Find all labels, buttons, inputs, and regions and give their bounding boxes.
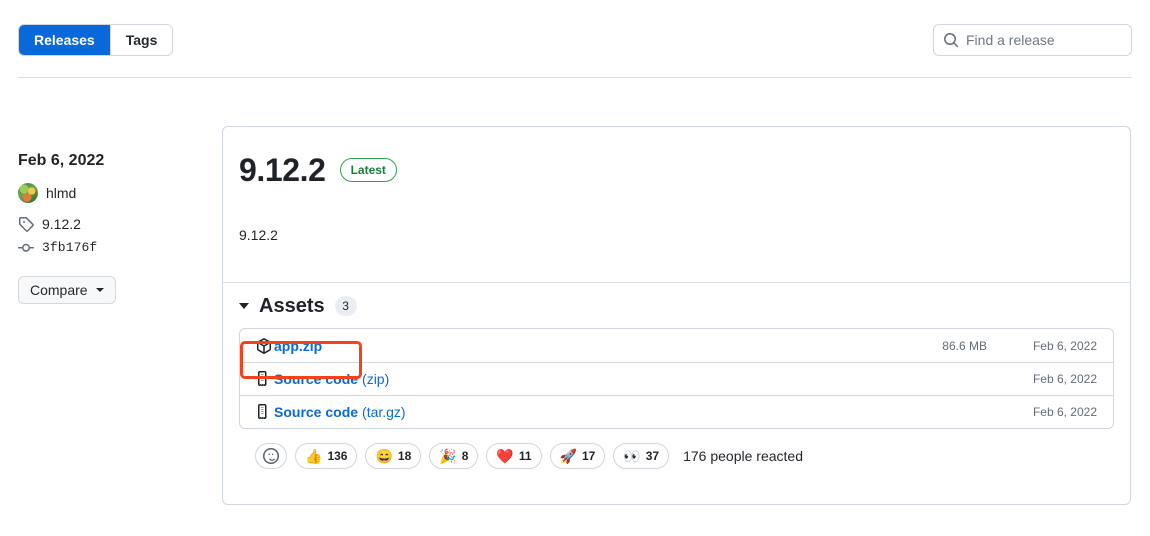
tab-tags[interactable]: Tags (110, 25, 173, 55)
heart-icon: ❤️ (496, 448, 514, 464)
assets-header[interactable]: Assets 3 (239, 294, 1114, 318)
compare-button[interactable]: Compare (18, 276, 116, 304)
compare-label: Compare (30, 282, 88, 298)
tab-releases[interactable]: Releases (19, 25, 110, 55)
laugh-icon: 😄 (375, 448, 393, 464)
release-date: Feb 6, 2022 (18, 152, 105, 169)
hooray-icon: 🎉 (439, 448, 457, 464)
triangle-down-icon[interactable] (239, 303, 249, 309)
asset-name-cell: Source code (tar.gz) (256, 402, 867, 422)
release-tag-row[interactable]: 9.12.2 (18, 214, 208, 234)
card-section-divider (223, 282, 1130, 283)
release-card: 9.12.2 Latest 9.12.2 Assets 3 app.zip 86… (222, 126, 1131, 505)
header-divider (18, 77, 1132, 78)
reaction-laugh[interactable]: 😄 18 (365, 443, 422, 469)
assets-section: Assets 3 app.zip 86.6 MB Feb 6, 2022 Sou… (223, 278, 1130, 485)
reaction-count: 136 (327, 449, 348, 463)
release-version-title: 9.12.2 (239, 152, 326, 188)
search-input[interactable] (966, 32, 1122, 48)
commit-icon (18, 243, 34, 252)
asset-link[interactable]: Source code (274, 369, 358, 389)
asset-date: Feb 6, 2022 (1032, 338, 1097, 353)
smiley-icon (263, 448, 279, 464)
release-title-row: 9.12.2 Latest (239, 151, 1114, 189)
assets-title: Assets (259, 295, 325, 317)
eyes-icon: 👀 (623, 448, 641, 464)
asset-link[interactable]: app.zip (274, 336, 322, 356)
asset-date: Feb 6, 2022 (1032, 405, 1097, 419)
assets-table: app.zip 86.6 MB Feb 6, 2022 Source code … (239, 328, 1114, 429)
reaction-count: 11 (518, 449, 532, 463)
asset-date: Feb 6, 2022 (1032, 372, 1097, 386)
asset-size: 86.6 MB (942, 338, 987, 353)
reaction-count: 18 (397, 449, 412, 463)
release-tag-switcher: Releases Tags (18, 24, 174, 56)
asset-link[interactable]: Source code (274, 402, 358, 422)
reaction-count: 37 (645, 449, 660, 463)
chevron-down-icon (95, 288, 104, 292)
table-row[interactable]: Source code (tar.gz) Feb 6, 2022 (240, 395, 1113, 428)
reaction-count: 17 (581, 449, 596, 463)
page-header: Releases Tags (0, 0, 1150, 78)
release-search[interactable] (933, 24, 1132, 56)
reaction-hooray[interactable]: 🎉 8 (429, 443, 479, 469)
reaction-count: 8 (461, 449, 469, 463)
asset-extension[interactable]: (tar.gz) (362, 404, 406, 420)
release-tag-name[interactable]: 9.12.2 (42, 214, 81, 234)
search-icon (944, 33, 959, 48)
reaction-eyes[interactable]: 👀 37 (613, 443, 670, 469)
release-commit-row[interactable]: 3fb176f (18, 238, 208, 258)
reaction-rocket[interactable]: 🚀 17 (549, 443, 606, 469)
release-commit-sha[interactable]: 3fb176f (42, 238, 97, 258)
file-zip-icon (258, 371, 267, 387)
release-author[interactable]: hlmd (18, 183, 208, 203)
reactions-summary: 176 people reacted (683, 448, 803, 464)
asset-name-cell: Source code (zip) (256, 369, 867, 389)
avatar (18, 183, 38, 203)
release-sidebar: Feb 6, 2022 hlmd 9.12.2 3fb176f Compare (18, 151, 208, 304)
release-header: 9.12.2 Latest 9.12.2 (223, 127, 1130, 283)
thumbsup-icon: 👍 (305, 448, 323, 464)
reactions-bar: 👍 136 😄 18 🎉 8 ❤️ 11 🚀 17 👀 37 176 peopl… (239, 429, 1114, 469)
tag-icon (19, 217, 34, 232)
package-icon (257, 337, 271, 354)
reaction-heart[interactable]: ❤️ 11 (486, 443, 542, 469)
asset-extension[interactable]: (zip) (362, 371, 389, 387)
author-name[interactable]: hlmd (46, 183, 76, 203)
reaction-thumbsup[interactable]: 👍 136 (295, 443, 358, 469)
release-body-text: 9.12.2 (239, 227, 278, 243)
table-row[interactable]: Source code (zip) Feb 6, 2022 (240, 362, 1113, 395)
table-row[interactable]: app.zip 86.6 MB Feb 6, 2022 (240, 329, 1113, 362)
latest-badge: Latest (339, 158, 397, 182)
add-reaction-button[interactable] (255, 443, 287, 469)
file-zip-icon (258, 404, 267, 420)
rocket-icon: 🚀 (559, 448, 577, 464)
assets-count-badge: 3 (334, 296, 357, 316)
asset-name-cell: app.zip (256, 336, 867, 356)
